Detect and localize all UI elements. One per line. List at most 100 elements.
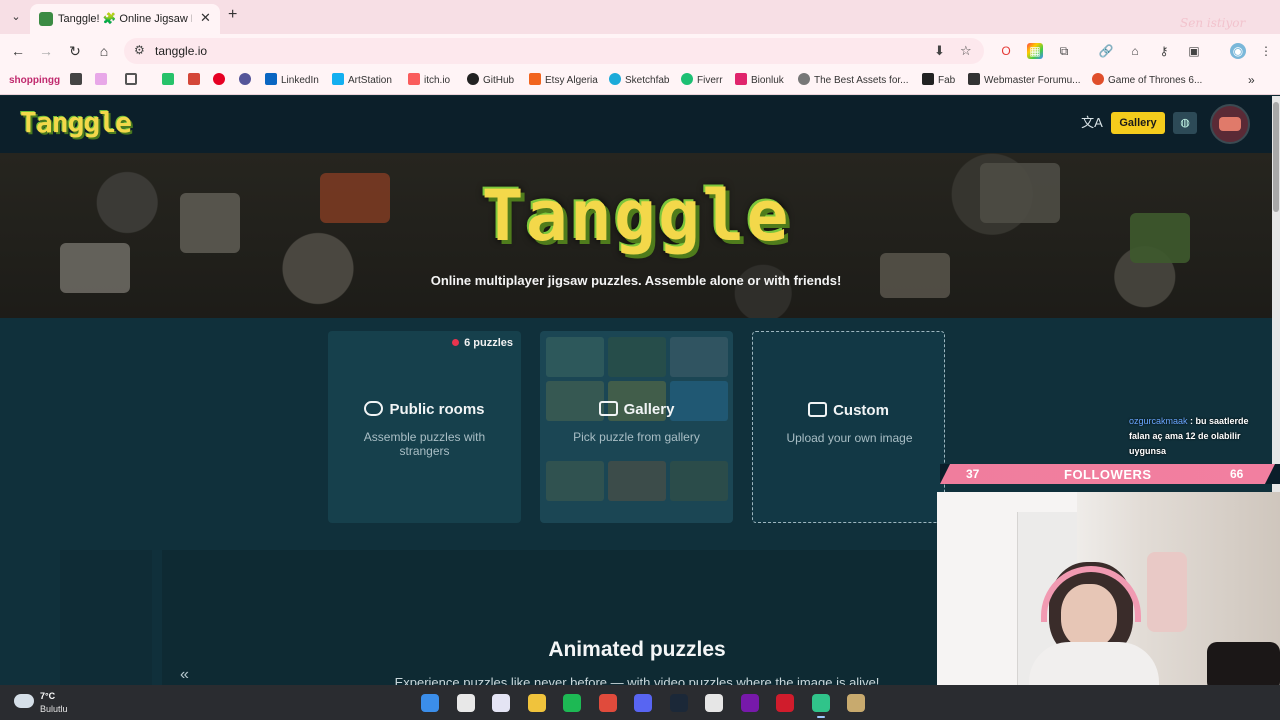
bookmark-github[interactable]: GitHub (467, 73, 514, 89)
bookmark-pen[interactable] (95, 73, 111, 89)
thumbnail (670, 461, 728, 501)
spotify-icon[interactable] (563, 694, 581, 712)
back-arrow-icon[interactable]: ← (9, 42, 27, 60)
fiverr-icon (681, 73, 693, 85)
live-dot-icon (452, 339, 460, 346)
reload-icon[interactable]: ↻ (66, 42, 84, 60)
bookmark-grid[interactable] (125, 73, 141, 89)
link-icon[interactable]: 🔗 (1098, 43, 1114, 59)
obs-icon[interactable] (705, 694, 723, 712)
got-icon (1092, 73, 1104, 85)
bookmark-itchio[interactable]: itch.io (408, 73, 450, 89)
followers-goal: 66 (1230, 467, 1244, 481)
snipping-icon[interactable] (492, 694, 510, 712)
bookmark-fiverr[interactable]: Fiverr (681, 73, 723, 89)
url-text[interactable]: tanggle.io (155, 44, 207, 58)
bookmark-best-assets[interactable]: The Best Assets for... (798, 73, 909, 89)
bookmark-game-of-thrones[interactable]: Game of Thrones 6... (1092, 73, 1202, 89)
browser-tab[interactable]: Tanggle! 🧩 Online Jigsaw Puzz ✕ (30, 4, 220, 34)
cloud-icon[interactable] (14, 694, 34, 708)
card-subtitle: Pick puzzle from gallery (573, 430, 700, 444)
browser-menu-icon[interactable]: ⋮ (1258, 43, 1274, 59)
bookmark-etsy[interactable]: Etsy Algeria (529, 73, 598, 89)
windows-taskbar: 7°C Bulutlu (0, 685, 1280, 720)
bookmark-pinterest[interactable] (213, 73, 229, 89)
bookmark-bionluk[interactable]: Bionluk (735, 73, 784, 89)
feature-panel (162, 550, 938, 685)
card-title: Custom (833, 402, 889, 419)
card-subtitle: Upload your own image (786, 431, 913, 445)
artstation-icon (332, 73, 344, 85)
gallery-button[interactable]: Gallery (1111, 112, 1165, 134)
weather-description[interactable]: Bulutlu (40, 704, 68, 714)
yandex-icon[interactable] (456, 694, 475, 712)
hero-subtitle: Online multiplayer jigsaw puzzles. Assem… (430, 273, 842, 288)
bookmark-star-icon[interactable]: ☆ (960, 43, 972, 59)
follower-goal-bar: 37 FOLLOWERS 66 (940, 464, 1280, 484)
weather-temperature[interactable]: 7°C (40, 691, 55, 701)
bookmark-gmail[interactable] (188, 73, 204, 89)
home-icon[interactable]: ⌂ (95, 42, 113, 60)
bookmark-fab[interactable]: Fab (922, 73, 955, 89)
gallery-card[interactable]: Gallery Pick puzzle from gallery (540, 331, 733, 523)
color-extension-icon[interactable]: ▦ (1027, 43, 1043, 59)
bookmark-target[interactable] (239, 73, 255, 89)
tab-close-icon[interactable]: ✕ (200, 10, 211, 26)
card-title-row: Gallery (540, 401, 733, 418)
profile-avatar-icon[interactable]: ◉ (1230, 43, 1246, 59)
key-icon[interactable]: ⚷ (1156, 43, 1172, 59)
pinterest-icon (213, 73, 225, 85)
sidepanel-icon[interactable]: ▣ (1186, 43, 1202, 59)
bookmark-kickstarter[interactable] (162, 73, 178, 89)
bookmark-sketchfab[interactable]: Sketchfab (609, 73, 669, 89)
custom-upload-card[interactable]: Custom Upload your own image (752, 331, 945, 523)
itch-icon (408, 73, 420, 85)
card-title: Gallery (623, 401, 675, 418)
discord-icon[interactable]: ◍ (1173, 112, 1197, 134)
install-app-icon[interactable]: ⬇ (934, 43, 945, 59)
bookmark-label: Bionluk (751, 75, 784, 86)
bookmark-label: Game of Thrones 6... (1108, 75, 1203, 86)
side-panel-shadow (60, 550, 152, 685)
unity-icon (798, 73, 810, 85)
tab-title: Tanggle! 🧩 Online Jigsaw Puzz (58, 13, 192, 25)
card-subtitle: Assemble puzzles with strangers (363, 430, 486, 458)
bookmark-webmaster[interactable]: Webmaster Forumu... (968, 73, 1081, 89)
pen-icon (95, 73, 107, 85)
site-info-icon[interactable]: ⚙ (134, 43, 145, 57)
bookmark-shoppingg[interactable]: shoppingg (9, 73, 60, 89)
gmail-icon (188, 73, 200, 85)
windows-icon[interactable] (421, 694, 439, 712)
tanggle-logo[interactable]: Tanggle (20, 106, 132, 139)
bookmark-label: GitHub (483, 75, 515, 86)
new-tab-button[interactable]: + (228, 6, 237, 24)
bookmark-label: itch.io (424, 75, 451, 86)
bookmarks-bar: shoppingg LinkedIn ArtStation itch.io Gi… (0, 67, 1280, 95)
bookmark-artstation[interactable]: ArtStation (332, 73, 392, 89)
bank-icon[interactable]: ⌂ (1127, 43, 1143, 59)
user-avatar[interactable] (1210, 104, 1250, 144)
tab-search-icon[interactable]: ⌄ (8, 9, 24, 25)
app-red-icon[interactable] (776, 694, 794, 712)
discord-icon[interactable] (634, 694, 652, 712)
bookmark-square[interactable] (70, 73, 86, 89)
address-bar[interactable]: ⚙ tanggle.io ⬇ ☆ (124, 38, 984, 64)
league-icon[interactable] (847, 694, 865, 712)
steam-icon[interactable] (669, 694, 688, 712)
opera-extension-icon[interactable]: O (998, 43, 1014, 59)
bookmarks-more-icon[interactable]: » (1248, 73, 1255, 87)
scroll-thumb[interactable] (1273, 102, 1279, 212)
card-title: Public rooms (389, 401, 485, 418)
public-rooms-card[interactable]: 6 puzzles Public rooms Assemble puzzles … (328, 331, 521, 523)
chrome-icon[interactable] (598, 694, 617, 712)
thumbnail (546, 461, 604, 501)
webmaster-icon (968, 73, 980, 85)
extensions-puzzle-icon[interactable]: ⧉ (1056, 43, 1072, 59)
thumbnail (670, 337, 728, 377)
app-green-icon[interactable] (811, 694, 830, 712)
forward-arrow-icon[interactable]: → (37, 42, 55, 60)
onenote-icon[interactable] (740, 694, 759, 712)
translate-icon[interactable]: 文A (1081, 112, 1103, 134)
bookmark-linkedin[interactable]: LinkedIn (265, 73, 319, 89)
explorer-icon[interactable] (527, 694, 546, 712)
